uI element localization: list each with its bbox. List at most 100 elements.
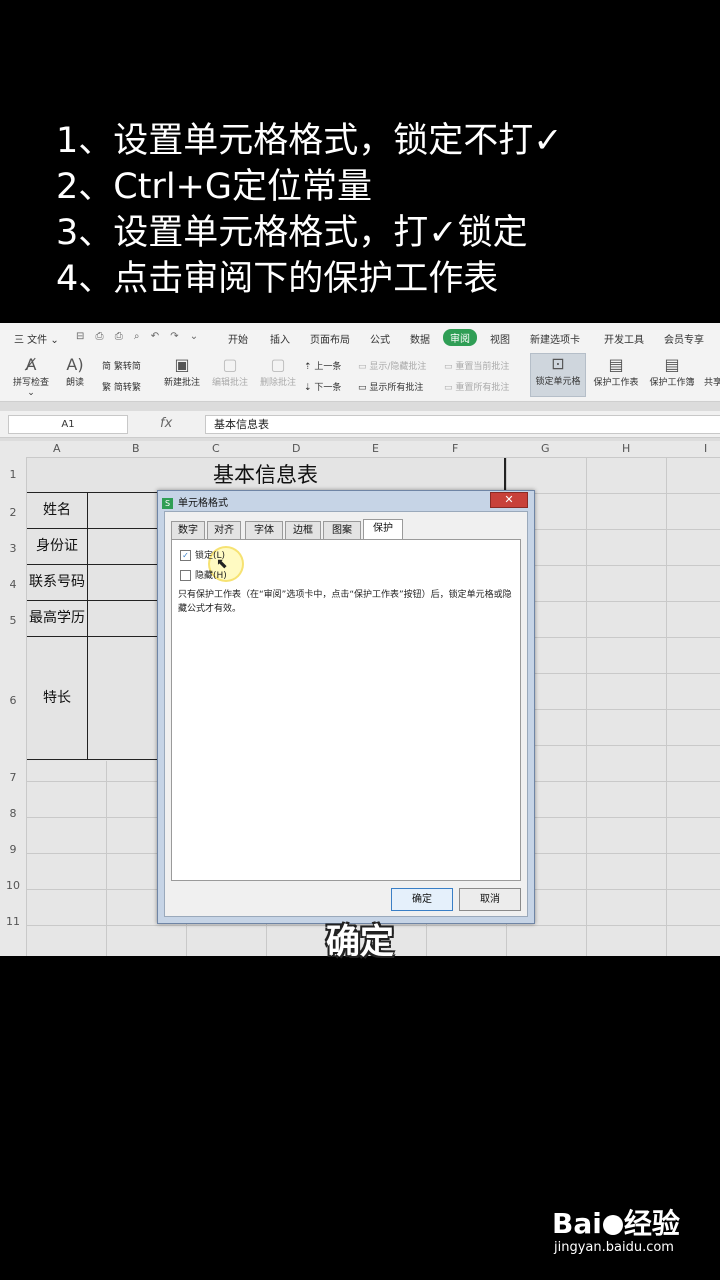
format-cells-dialog: S 单元格格式 ✕ 数字 对齐 字体 边框 图案 保护 ✓ 锁定(L) 隐藏(H) … <box>157 490 535 924</box>
row-headers: 1 2 3 4 5 6 7 8 9 10 11 <box>0 457 27 956</box>
form-title[interactable]: 基本信息表 <box>27 458 504 493</box>
reset-icon: ▭ <box>444 383 453 393</box>
tab-review[interactable]: 审阅 <box>443 329 477 346</box>
name-box[interactable]: A1 <box>8 415 128 434</box>
tab-insert[interactable]: 插入 <box>270 331 290 346</box>
tab-formulas[interactable]: 公式 <box>370 331 390 346</box>
next-icon: ⇣ <box>304 383 312 393</box>
spell-check-button[interactable]: A̸ 拼写检查 ⌄ <box>8 355 54 398</box>
protection-panel: ✓ 锁定(L) 隐藏(H) ⬉ 只有保护工作表（在“审阅”选项卡中，点击“保护工作… <box>171 539 521 881</box>
reset-current-comment-button[interactable]: ▭ 重置当前批注 <box>444 359 509 372</box>
mouse-cursor-icon: ⬉ <box>216 556 228 572</box>
row-header[interactable]: 9 <box>0 843 26 856</box>
wps-logo-icon: S <box>162 498 173 509</box>
reset-all-comments-button[interactable]: ▭ 重置所有批注 <box>444 380 509 393</box>
tab-border[interactable]: 边框 <box>285 521 321 540</box>
file-menu[interactable]: 三 文件 ⌄ <box>14 331 59 346</box>
row-header[interactable]: 8 <box>0 807 26 820</box>
empty-checkbox-icon <box>180 570 191 581</box>
read-aloud-button[interactable]: A) 朗读 <box>60 355 90 388</box>
value-cell[interactable] <box>88 529 161 565</box>
ok-button[interactable]: 确定 <box>391 888 453 911</box>
step-3: 3、设置单元格格式，打✓锁定 <box>56 213 528 253</box>
next-comment-button[interactable]: ⇣ 下一条 <box>304 380 341 393</box>
new-comment-button[interactable]: ▣ 新建批注 <box>160 355 204 388</box>
show-hide-comment-button[interactable]: ▭ 显示/隐藏批注 <box>358 359 426 372</box>
lock-cell-button[interactable]: ⊡ 锁定单元格 <box>530 353 586 397</box>
column-header[interactable]: B <box>132 442 140 455</box>
protect-sheet-icon: ▤ <box>608 355 624 374</box>
tab-number[interactable]: 数字 <box>171 521 205 540</box>
tab-pattern[interactable]: 图案 <box>323 521 361 540</box>
comment-edit-icon: ▢ <box>222 355 238 374</box>
close-button[interactable]: ✕ <box>490 492 528 508</box>
prev-comment-button[interactable]: ⇡ 上一条 <box>304 359 341 372</box>
label-education[interactable]: 最高学历 <box>27 601 88 637</box>
review-ribbon: A̸ 拼写检查 ⌄ A) 朗读 简 繁转简 繁 简转繁 ▣ 新建批注 ▢ 编辑批… <box>0 351 720 402</box>
simp-to-trad-button[interactable]: 繁 简转繁 <box>102 380 141 393</box>
column-header[interactable]: E <box>372 442 379 455</box>
step-4: 4、点击审阅下的保护工作表 <box>56 259 499 299</box>
tab-view[interactable]: 视图 <box>490 331 510 346</box>
row-header[interactable]: 2 <box>0 506 26 519</box>
video-subtitle: 确定 <box>326 922 394 962</box>
quick-access-toolbar[interactable]: ⊟ ⎙ ⎙ ⌕ ↶ ↷ ⌄ <box>76 331 202 342</box>
protect-sheet-button[interactable]: ▤ 保护工作表 <box>590 355 642 388</box>
label-id[interactable]: 身份证 <box>27 529 88 565</box>
row-header[interactable]: 1 <box>0 468 26 481</box>
column-header[interactable]: F <box>452 442 458 455</box>
row-header[interactable]: 3 <box>0 542 26 555</box>
column-header[interactable]: I <box>704 442 707 455</box>
value-cell[interactable] <box>88 493 161 529</box>
checkmark-icon: ✓ <box>180 550 191 561</box>
label-name[interactable]: 姓名 <box>27 493 88 529</box>
column-header[interactable]: H <box>622 442 630 455</box>
tab-developer[interactable]: 开发工具 <box>604 331 644 346</box>
row-header[interactable]: 10 <box>0 879 26 892</box>
watermark-url: jingyan.baidu.com <box>554 1240 674 1255</box>
tab-new[interactable]: 新建选项卡 <box>530 331 580 346</box>
value-cell[interactable] <box>88 601 161 637</box>
trad-to-simp-button[interactable]: 简 繁转简 <box>102 359 141 372</box>
watermark-brand-right: 经验 <box>623 1207 680 1240</box>
lock-icon: ⊡ <box>551 354 565 373</box>
fx-icon[interactable]: fx <box>160 416 172 431</box>
comment-icon: ▭ <box>358 362 367 372</box>
tab-font[interactable]: 字体 <box>245 521 283 540</box>
comment-delete-icon: ▢ <box>270 355 286 374</box>
cancel-button[interactable]: 取消 <box>459 888 521 911</box>
row-header[interactable]: 4 <box>0 578 26 591</box>
formula-input[interactable]: 基本信息表 <box>205 415 720 434</box>
show-all-comments-button[interactable]: ▭ 显示所有批注 <box>358 380 423 393</box>
formula-bar: A1 fx 基本信息表 <box>0 411 720 438</box>
label-phone[interactable]: 联系号码 <box>27 565 88 601</box>
row-header[interactable]: 5 <box>0 614 26 627</box>
row-header[interactable]: 7 <box>0 771 26 784</box>
label-specialty[interactable]: 特长 <box>27 637 88 760</box>
step-1: 1、设置单元格格式，锁定不打✓ <box>56 121 563 161</box>
tab-protection[interactable]: 保护 <box>363 519 403 541</box>
baidu-jingyan-watermark: Bai 经验 jingyan.baidu.com <box>552 1208 680 1256</box>
spreadsheet-app: 三 文件 ⌄ ⊟ ⎙ ⎙ ⌕ ↶ ↷ ⌄ 开始 插入 页面布局 公式 数据 审阅… <box>0 323 720 956</box>
delete-comment-button[interactable]: ▢ 删除批注 <box>256 355 300 388</box>
tab-member[interactable]: 会员专享 <box>664 331 704 346</box>
value-cell[interactable] <box>88 565 161 601</box>
prev-icon: ⇡ <box>304 362 312 372</box>
column-header[interactable]: D <box>292 442 300 455</box>
share-button[interactable]: 共享 <box>704 375 720 388</box>
tab-data[interactable]: 数据 <box>410 331 430 346</box>
convert-icon: 简 <box>102 362 112 372</box>
protect-workbook-button[interactable]: ▤ 保护工作簿 <box>646 355 698 388</box>
tab-home[interactable]: 开始 <box>228 331 248 346</box>
edit-comment-button[interactable]: ▢ 编辑批注 <box>208 355 252 388</box>
row-header[interactable]: 6 <box>0 694 26 707</box>
column-header[interactable]: A <box>53 442 61 455</box>
menu-bar: 三 文件 ⌄ ⊟ ⎙ ⎙ ⌕ ↶ ↷ ⌄ 开始 插入 页面布局 公式 数据 审阅… <box>0 323 720 351</box>
tab-page-layout[interactable]: 页面布局 <box>310 331 350 346</box>
tab-alignment[interactable]: 对齐 <box>207 521 241 540</box>
speaker-icon: A) <box>66 355 84 374</box>
protect-workbook-icon: ▤ <box>664 355 680 374</box>
column-header[interactable]: G <box>541 442 550 455</box>
column-header[interactable]: C <box>212 442 220 455</box>
value-cell[interactable] <box>88 637 161 760</box>
